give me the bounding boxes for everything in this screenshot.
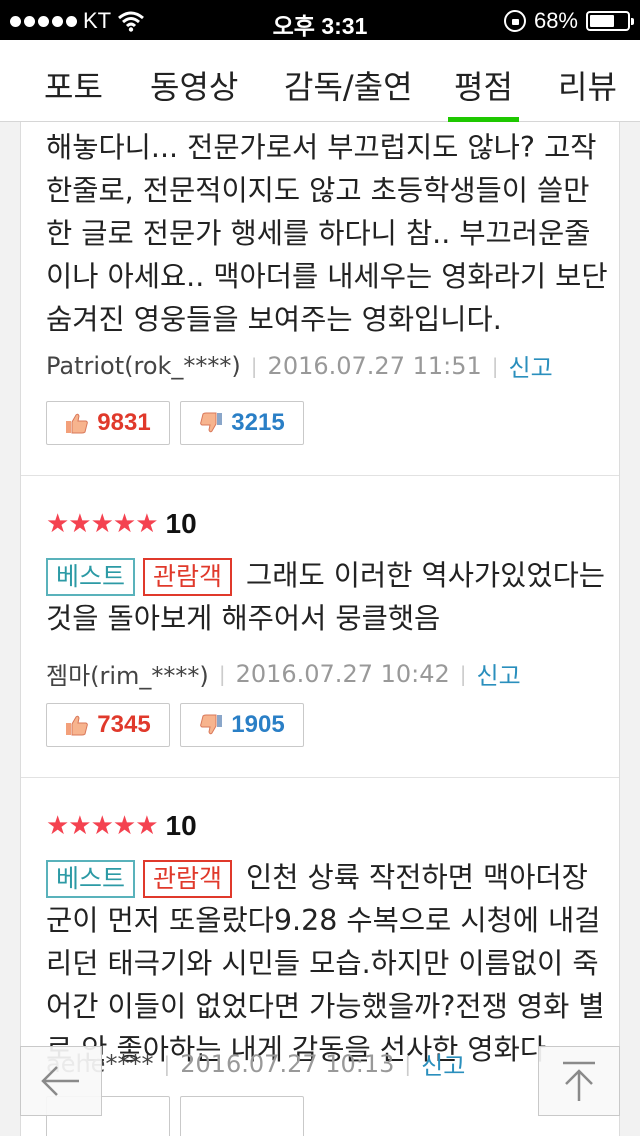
review-text-line: 베스트 관람객 그래도 이러한 역사가있었다는 bbox=[46, 554, 616, 597]
audience-badge: 관람객 bbox=[143, 558, 233, 596]
review-text-line: 리던 태극기와 시민들 모습.하지만 이름없이 죽 bbox=[46, 947, 599, 980]
thumbs-up-icon bbox=[66, 413, 89, 434]
like-count: 9831 bbox=[97, 409, 151, 436]
dislike-button[interactable]: 3215 bbox=[180, 401, 304, 445]
best-badge: 베스트 bbox=[46, 860, 136, 898]
review-text-line: 숨겨진 영웅들을 보여주는 영화입니다. bbox=[46, 303, 502, 336]
dislike-count: 1905 bbox=[231, 711, 285, 738]
tab-video[interactable]: 동영상 bbox=[150, 62, 238, 122]
thumbs-down-icon bbox=[200, 412, 223, 433]
review-text-line: 어간 이들이 없었다면 가능했을까?전쟁 영화 별 bbox=[46, 990, 605, 1023]
vote-buttons: 7345 1905 bbox=[46, 703, 304, 747]
review-date: 2016.07.27 10:13 bbox=[180, 1049, 395, 1078]
review-rating: ★★★★★ 10 bbox=[46, 508, 197, 540]
review-item: ★★★★★ 10 베스트 관람객 인천 상륙 작전하면 맥아더장 군이 먼저 또올랐… bbox=[21, 778, 619, 1136]
back-button[interactable] bbox=[20, 1046, 102, 1116]
star-rating-icon: ★★★★★ bbox=[46, 509, 159, 539]
scroll-to-top-button[interactable] bbox=[538, 1046, 620, 1116]
report-link[interactable]: 신고 bbox=[509, 348, 553, 383]
vote-buttons: 9831 3215 bbox=[46, 401, 304, 445]
thumbs-down-icon bbox=[200, 714, 223, 735]
battery-percent: 68% bbox=[533, 8, 578, 33]
review-text-line: 한 글로 전문가 행세를 하다니 참.. 부끄러운줄 bbox=[46, 217, 591, 250]
review-text-line: 군이 먼저 또올랐다9.28 수복으로 시청에 내걸 bbox=[46, 904, 601, 937]
movie-tab-bar: 포토 동영상 감독/출연 평점 리뷰 bbox=[0, 40, 640, 122]
battery-icon bbox=[586, 11, 634, 31]
review-text: 해놓다니... 전문가로서 부끄럽지도 않나? 고작 한줄로, 전문적이지도 않… bbox=[46, 126, 616, 341]
review-list: 해놓다니... 전문가로서 부끄럽지도 않나? 고작 한줄로, 전문적이지도 않… bbox=[20, 122, 620, 1136]
tab-photo[interactable]: 포토 bbox=[44, 62, 103, 122]
rotation-lock-icon bbox=[503, 10, 526, 32]
like-button[interactable]: 7345 bbox=[46, 703, 170, 747]
tab-rating[interactable]: 평점 bbox=[448, 62, 519, 122]
like-count: 7345 bbox=[97, 711, 151, 738]
review-text-line: 베스트 관람객 인천 상륙 작전하면 맥아더장 bbox=[46, 856, 616, 899]
report-link[interactable]: 신고 bbox=[477, 656, 521, 691]
divider: | bbox=[250, 353, 258, 378]
divider: | bbox=[459, 661, 467, 686]
review-author[interactable]: 젬마(rim_****) bbox=[46, 656, 209, 691]
review-meta: Patriot(rok_****) | 2016.07.27 11:51 | 신… bbox=[46, 348, 553, 383]
review-text: 베스트 관람객 그래도 이러한 역사가있었다는 것을 돌아보게 해주어서 뭉클햇음 bbox=[46, 554, 616, 640]
dislike-button[interactable] bbox=[180, 1096, 304, 1136]
review-author[interactable]: Patriot(rok_****) bbox=[46, 352, 241, 380]
tab-director-cast[interactable]: 감독/출연 bbox=[284, 62, 413, 122]
star-rating-icon: ★★★★★ bbox=[46, 811, 159, 841]
like-button[interactable]: 9831 bbox=[46, 401, 170, 445]
review-date: 2016.07.27 11:51 bbox=[267, 351, 482, 380]
report-link[interactable]: 신고 bbox=[421, 1046, 465, 1081]
review-text-first: 그래도 이러한 역사가있었다는 bbox=[246, 559, 606, 592]
divider: | bbox=[491, 353, 499, 378]
dislike-count: 3215 bbox=[231, 409, 285, 436]
dislike-button[interactable]: 1905 bbox=[180, 703, 304, 747]
divider: | bbox=[163, 1051, 171, 1076]
status-bar: KT 오후 3:31 68% bbox=[0, 0, 640, 40]
review-text-first: 인천 상륙 작전하면 맥아더장 bbox=[246, 861, 588, 894]
rating-score: 10 bbox=[165, 508, 197, 539]
review-date: 2016.07.27 10:42 bbox=[235, 659, 450, 688]
arrow-left-icon bbox=[41, 1066, 79, 1096]
review-text-line: 이나 아세요.. 맥아더를 내세우는 영화라기 보단 bbox=[46, 260, 608, 293]
review-text: 베스트 관람객 인천 상륙 작전하면 맥아더장 군이 먼저 또올랐다9.28 수복으… bbox=[46, 856, 616, 1071]
review-text-line: 한줄로, 전문적이지도 않고 초등학생들이 쓸만 bbox=[46, 174, 590, 207]
review-item: 해놓다니... 전문가로서 부끄럽지도 않나? 고작 한줄로, 전문적이지도 않… bbox=[21, 122, 619, 476]
review-meta: aehe**** | 2016.07.27 10:13 | 신고 bbox=[46, 1046, 465, 1081]
rating-score: 10 bbox=[165, 810, 197, 841]
arrow-up-to-top-icon bbox=[563, 1061, 595, 1101]
review-item: ★★★★★ 10 베스트 관람객 그래도 이러한 역사가있었다는 것을 돌아보게 해… bbox=[21, 476, 619, 778]
status-right: 68% bbox=[503, 8, 634, 34]
divider: | bbox=[404, 1051, 412, 1076]
thumbs-up-icon bbox=[66, 715, 89, 736]
review-text-line: 해놓다니... 전문가로서 부끄럽지도 않나? 고작 bbox=[46, 131, 597, 164]
best-badge: 베스트 bbox=[46, 558, 136, 596]
review-text-line: 것을 돌아보게 해주어서 뭉클햇음 bbox=[46, 602, 441, 635]
review-rating: ★★★★★ 10 bbox=[46, 810, 197, 842]
divider: | bbox=[218, 661, 226, 686]
audience-badge: 관람객 bbox=[143, 860, 233, 898]
tab-review[interactable]: 리뷰 bbox=[558, 62, 617, 122]
review-meta: 젬마(rim_****) | 2016.07.27 10:42 | 신고 bbox=[46, 656, 521, 691]
